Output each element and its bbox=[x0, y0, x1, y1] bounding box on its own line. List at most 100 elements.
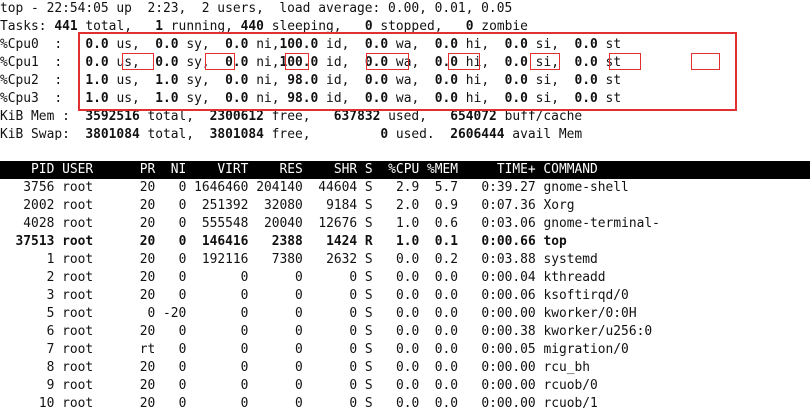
cell-pr: 20 bbox=[139, 234, 156, 249]
cpu1-id-highlight bbox=[366, 53, 409, 70]
cell-mem: 0.0 bbox=[434, 306, 459, 321]
cell-s: S bbox=[364, 198, 373, 213]
mem-label: KiB Mem : bbox=[0, 109, 70, 124]
cell-pid: 7 bbox=[46, 342, 55, 357]
cell-cpu: 0.0 bbox=[395, 306, 420, 321]
cell-s: S bbox=[364, 306, 373, 321]
cell-pr: 20 bbox=[139, 270, 156, 285]
cell-ni: 0 bbox=[178, 234, 187, 249]
cpu-label: %Cpu3 : bbox=[0, 91, 63, 106]
table-row: 9 root 20 0 0 0 0 S 0.0 0.0 0:00.00 rcuo… bbox=[0, 377, 660, 395]
cell-ni: -20 bbox=[163, 306, 187, 321]
cell-s: S bbox=[364, 342, 373, 357]
cell-time: 0:00.38 bbox=[481, 324, 536, 339]
table-row: 5 root 0 -20 0 0 0 S 0.0 0.0 0:00.00 kwo… bbox=[0, 305, 660, 323]
cell-command: kthreadd bbox=[543, 270, 606, 285]
cell-shr: 0 bbox=[349, 360, 358, 375]
cell-pid: 37513 bbox=[15, 234, 55, 249]
cell-user: root bbox=[62, 378, 94, 393]
cell-s: S bbox=[364, 180, 373, 195]
cell-time: 0:00.06 bbox=[481, 288, 536, 303]
cell-user: root bbox=[62, 342, 94, 357]
column-header-pr: PR bbox=[139, 162, 156, 177]
cell-pid: 9 bbox=[46, 378, 55, 393]
cell-s: R bbox=[364, 234, 373, 249]
cell-time: 0:07.36 bbox=[481, 198, 536, 213]
cell-ni: 0 bbox=[178, 342, 187, 357]
cell-virt: 1646460 bbox=[194, 180, 249, 195]
cell-user: root bbox=[62, 234, 94, 249]
table-row: 4028 root 20 0 555548 20040 12676 S 1.0 … bbox=[0, 215, 660, 233]
uptime-line: top - 22:54:05 up 2:23, 2 users, load av… bbox=[0, 1, 513, 16]
cell-time: 0:00.00 bbox=[481, 306, 536, 321]
table-row: 8 root 20 0 0 0 0 S 0.0 0.0 0:00.00 rcu_… bbox=[0, 359, 660, 377]
column-header-pid: PID bbox=[31, 162, 55, 177]
cell-pid: 3 bbox=[46, 288, 55, 303]
tasks-label: Tasks: bbox=[0, 19, 47, 34]
cell-s: S bbox=[364, 270, 373, 285]
table-row: 6 root 20 0 0 0 0 S 0.0 0.0 0:00.38 kwor… bbox=[0, 323, 660, 341]
cell-user: root bbox=[62, 396, 94, 411]
cell-virt: 0 bbox=[240, 288, 249, 303]
cell-pid: 6 bbox=[46, 324, 55, 339]
cpu1-wa-highlight bbox=[448, 53, 480, 70]
cell-res: 20040 bbox=[263, 216, 303, 231]
cell-s: S bbox=[364, 216, 373, 231]
cell-shr: 0 bbox=[349, 306, 358, 321]
cpu1-us-highlight bbox=[122, 53, 154, 70]
process-table-header: PID USER PR NI VIRT RES SHR S %CPU %MEM … bbox=[0, 161, 810, 179]
process-table-header-row: PID USER PR NI VIRT RES SHR S %CPU %MEM … bbox=[0, 161, 660, 179]
cpu1-sy-highlight bbox=[205, 53, 235, 70]
cell-res: 0 bbox=[295, 378, 303, 393]
cell-command: kworker/0:0H bbox=[543, 306, 637, 321]
cell-virt: 0 bbox=[240, 342, 249, 357]
cell-pr: 20 bbox=[139, 378, 156, 393]
column-header-user: USER bbox=[62, 162, 94, 177]
cell-command: rcuob/1 bbox=[543, 396, 598, 411]
cell-mem: 0.0 bbox=[434, 360, 459, 375]
cell-ni: 0 bbox=[178, 198, 187, 213]
cell-virt: 0 bbox=[240, 396, 249, 411]
mem-used-label: used, bbox=[380, 109, 427, 124]
cell-cpu: 2.0 bbox=[395, 198, 420, 213]
cell-mem: 0.2 bbox=[434, 252, 459, 267]
cell-shr: 0 bbox=[349, 324, 358, 339]
cell-shr: 1424 bbox=[326, 234, 358, 249]
cell-virt: 251392 bbox=[201, 198, 249, 213]
cell-command: kworker/u256:0 bbox=[543, 324, 653, 339]
cell-mem: 5.7 bbox=[434, 180, 459, 195]
cell-shr: 0 bbox=[349, 342, 358, 357]
table-row: 37513 root 20 0 146416 2388 1424 R 1.0 0… bbox=[0, 233, 660, 251]
cell-virt: 0 bbox=[240, 324, 249, 339]
mem-used: 637832 bbox=[333, 109, 381, 124]
cell-res: 0 bbox=[295, 360, 303, 375]
cell-command: migration/0 bbox=[543, 342, 629, 357]
cell-ni: 0 bbox=[178, 270, 187, 285]
cell-mem: 0.0 bbox=[434, 342, 459, 357]
cell-res: 0 bbox=[295, 342, 303, 357]
cpu1-hi-highlight bbox=[530, 53, 560, 70]
cell-s: S bbox=[364, 252, 373, 267]
column-header-command: COMMAND bbox=[543, 162, 598, 177]
cell-cpu: 0.0 bbox=[395, 378, 420, 393]
cell-cpu: 0.0 bbox=[395, 342, 420, 357]
cell-user: root bbox=[62, 288, 94, 303]
cell-pid: 3756 bbox=[23, 180, 55, 195]
cell-shr: 9184 bbox=[326, 198, 358, 213]
cell-pr: 20 bbox=[139, 396, 156, 411]
cell-res: 0 bbox=[295, 306, 303, 321]
cell-command: systemd bbox=[543, 252, 598, 267]
cell-mem: 0.9 bbox=[434, 198, 459, 213]
cell-user: root bbox=[62, 270, 94, 285]
cell-res: 204140 bbox=[256, 180, 303, 195]
cell-mem: 0.1 bbox=[434, 234, 459, 249]
cell-virt: 0 bbox=[240, 270, 249, 285]
cell-shr: 0 bbox=[349, 270, 358, 285]
cell-command: gnome-terminal- bbox=[543, 216, 660, 231]
table-row: 3 root 20 0 0 0 0 S 0.0 0.0 0:00.06 ksof… bbox=[0, 287, 660, 305]
cell-ni: 0 bbox=[178, 396, 187, 411]
cell-ni: 0 bbox=[178, 324, 187, 339]
cell-ni: 0 bbox=[178, 216, 187, 231]
cell-time: 0:00.00 bbox=[481, 378, 536, 393]
cell-cpu: 2.9 bbox=[395, 180, 420, 195]
